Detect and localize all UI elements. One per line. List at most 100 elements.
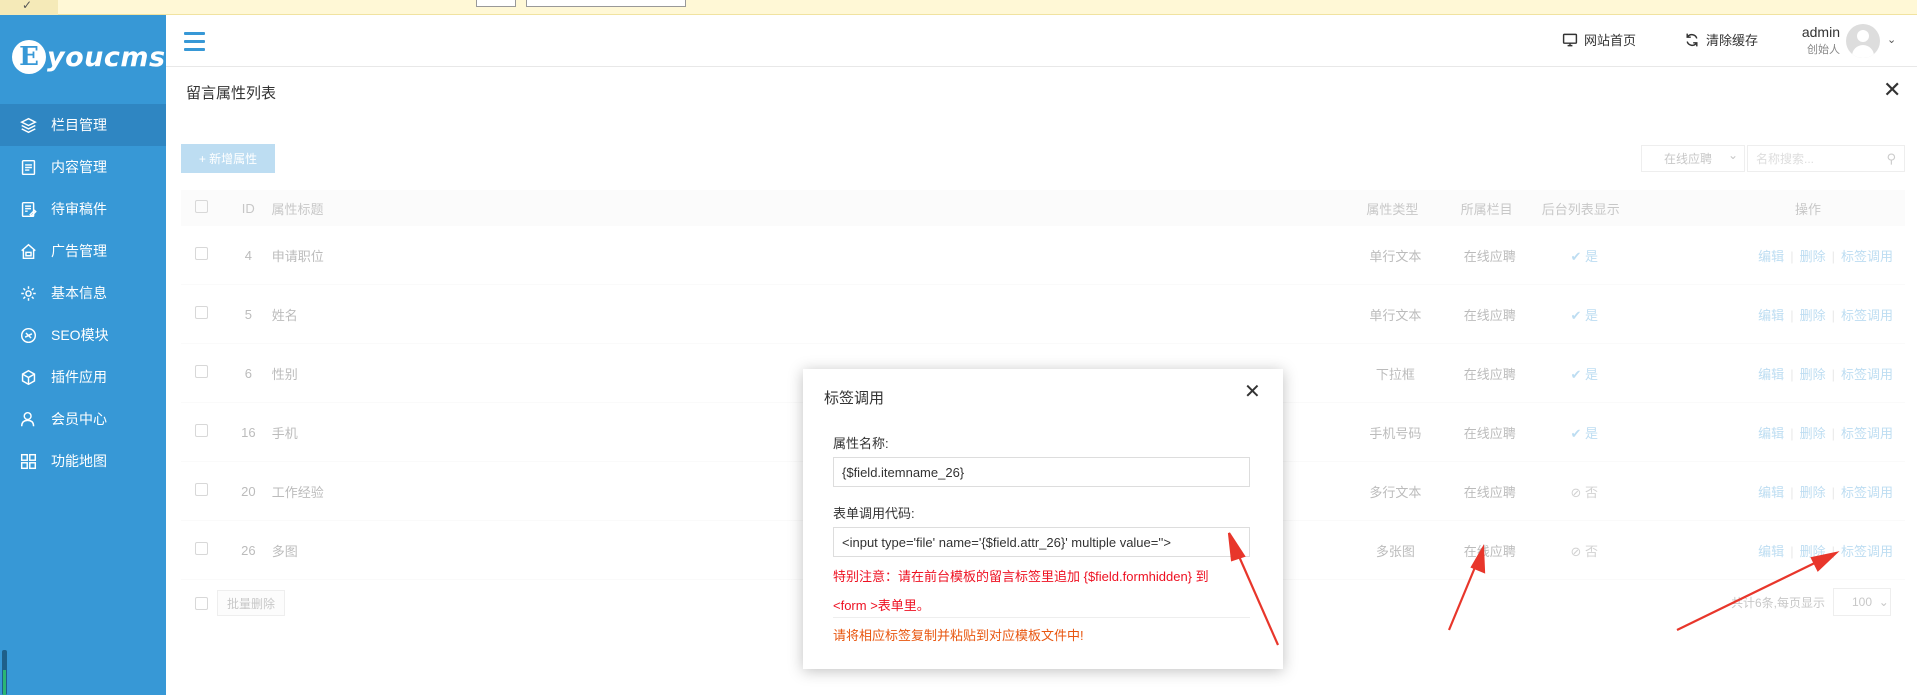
row-show: ✔ 是 — [1537, 305, 1631, 324]
sidebar-item-seo[interactable]: SEO模块 — [0, 314, 166, 356]
row-column: 在线应聘 — [1463, 307, 1516, 323]
row-checkbox[interactable] — [181, 306, 229, 322]
delete-link[interactable]: 删除 — [1800, 426, 1826, 441]
row-checkbox[interactable] — [181, 365, 229, 381]
sidebar-item-ads[interactable]: 广告管理 — [0, 230, 166, 272]
chevron-down-icon[interactable]: ⌄ — [1887, 33, 1896, 46]
row-column: 在线应聘 — [1463, 484, 1516, 500]
search-input[interactable]: 名称搜索... ⚲ — [1747, 145, 1905, 172]
document-icon — [21, 159, 36, 175]
row-type: 手机号码 — [1369, 425, 1422, 441]
table-header: ID 属性标题 属性类型 所属栏目 后台列表显示 操作 — [181, 190, 1905, 226]
close-icon[interactable]: ✕ — [1244, 379, 1261, 404]
row-actions: 编辑 | 删除 | 标签调用 — [1758, 425, 1893, 441]
warning-note-line2: <form >表单里。 — [833, 598, 930, 613]
notice-button-small[interactable] — [476, 0, 516, 7]
sidebar-item-columns[interactable]: 栏目管理 — [0, 104, 166, 146]
sidebar-item-label: SEO模块 — [51, 327, 109, 343]
clear-cache-link[interactable]: 清除缓存 — [1684, 30, 1758, 49]
row-column: 在线应聘 — [1463, 425, 1516, 441]
footer-select-all-checkbox[interactable] — [195, 597, 208, 610]
sidebar-item-members[interactable]: 会员中心 — [0, 398, 166, 440]
row-id: 6 — [244, 365, 252, 381]
row-show: ✔ 是 — [1537, 364, 1631, 383]
sidebar-item-sitemap[interactable]: 功能地图 — [0, 440, 166, 482]
select-all-checkbox[interactable] — [181, 200, 229, 216]
tag-call-link[interactable]: 标签调用 — [1841, 544, 1893, 559]
sidebar-item-plugins[interactable]: 插件应用 — [0, 356, 166, 398]
attr-name-field[interactable]: {$field.itemname_26} — [833, 457, 1250, 487]
edit-link[interactable]: 编辑 — [1758, 367, 1784, 382]
header-show: 后台列表显示 — [1541, 201, 1620, 217]
delete-link[interactable]: 删除 — [1800, 544, 1826, 559]
row-checkbox[interactable] — [181, 542, 229, 558]
seo-icon — [20, 327, 37, 343]
header-title: 属性标题 — [271, 201, 324, 217]
row-checkbox[interactable] — [181, 483, 229, 499]
header-id: ID — [241, 200, 255, 216]
sidebar-item-content[interactable]: 内容管理 — [0, 146, 166, 188]
search-placeholder: 名称搜索... — [1756, 152, 1815, 166]
refresh-icon — [1686, 33, 1698, 46]
delete-link[interactable]: 删除 — [1800, 308, 1826, 323]
row-type: 单行文本 — [1369, 248, 1422, 264]
form-code-field[interactable]: <input type='file' name='{$field.attr_26… — [833, 527, 1250, 557]
user-icon — [20, 411, 35, 426]
attr-name-label: 属性名称: — [833, 436, 889, 451]
notice-bar: ✓ — [0, 0, 1917, 15]
tag-call-link[interactable]: 标签调用 — [1841, 426, 1893, 441]
copy-tip: 请将相应标签复制并粘贴到对应模板文件中! — [833, 628, 1084, 643]
menu-toggle-icon[interactable] — [184, 32, 205, 56]
row-actions: 编辑 | 删除 | 标签调用 — [1758, 248, 1893, 264]
edit-link[interactable]: 编辑 — [1758, 426, 1784, 441]
user-info[interactable]: admin 创始人 — [1790, 24, 1840, 57]
warning-note-line1: 特别注意：请在前台模板的留言标签里追加 {$field.formhidden} … — [833, 569, 1209, 584]
row-column: 在线应聘 — [1463, 248, 1516, 264]
edit-link[interactable]: 编辑 — [1758, 544, 1784, 559]
sidebar-item-label: 会员中心 — [51, 411, 107, 427]
edit-link[interactable]: 编辑 — [1758, 308, 1784, 323]
row-id: 20 — [241, 483, 256, 499]
edit-document-icon — [21, 201, 37, 217]
ban-icon: ⊘ — [1570, 543, 1582, 559]
batch-delete-button[interactable]: 批量删除 — [217, 590, 285, 616]
add-attribute-button[interactable]: + 新增属性 — [181, 144, 275, 173]
delete-link[interactable]: 删除 — [1800, 485, 1826, 500]
close-icon[interactable]: ✕ — [1883, 77, 1901, 103]
sidebar-item-review[interactable]: 待审稿件 — [0, 188, 166, 230]
edit-link[interactable]: 编辑 — [1758, 249, 1784, 264]
column-filter-select[interactable]: 在线应聘 — [1641, 145, 1745, 172]
row-type: 单行文本 — [1369, 307, 1422, 323]
page-title: 留言属性列表 — [186, 85, 277, 102]
tag-call-link[interactable]: 标签调用 — [1841, 485, 1893, 500]
sidebar-item-label: 功能地图 — [51, 453, 107, 469]
logo-text: youcms — [47, 41, 166, 73]
row-checkbox[interactable] — [181, 424, 229, 440]
form-code-label: 表单调用代码: — [833, 506, 915, 521]
per-page-value: 100 — [1852, 595, 1873, 609]
brand-logo[interactable]: E youcms — [12, 35, 166, 79]
delete-link[interactable]: 删除 — [1800, 249, 1826, 264]
edit-link[interactable]: 编辑 — [1758, 485, 1784, 500]
row-actions: 编辑 | 删除 | 标签调用 — [1758, 366, 1893, 382]
dialog-title: 标签调用 — [824, 390, 885, 407]
row-checkbox[interactable] — [181, 247, 229, 263]
header-ops: 操作 — [1794, 201, 1821, 217]
check-circle-icon: ✔ — [1570, 248, 1582, 264]
sidebar-item-basic-info[interactable]: 基本信息 — [0, 272, 166, 314]
notice-checkbox-area[interactable]: ✓ — [0, 0, 58, 15]
divider — [833, 617, 1250, 618]
per-page-select[interactable]: 100 ⌄ — [1833, 588, 1891, 616]
sidebar-menu: 栏目管理 内容管理 待审稿件 广告管理 基本信息 SEO模块 插件应用 会员中心… — [0, 104, 166, 482]
tag-call-link[interactable]: 标签调用 — [1841, 249, 1893, 264]
site-home-link[interactable]: 网站首页 — [1562, 30, 1636, 49]
search-icon[interactable]: ⚲ — [1886, 151, 1896, 167]
notice-button-wide[interactable] — [526, 0, 686, 7]
tag-call-link[interactable]: 标签调用 — [1841, 367, 1893, 382]
delete-link[interactable]: 删除 — [1800, 367, 1826, 382]
row-type: 多行文本 — [1369, 484, 1422, 500]
row-type: 下拉框 — [1375, 366, 1415, 382]
avatar[interactable] — [1846, 24, 1880, 58]
sidebar-scrollbar[interactable] — [2, 650, 7, 695]
tag-call-link[interactable]: 标签调用 — [1841, 308, 1893, 323]
